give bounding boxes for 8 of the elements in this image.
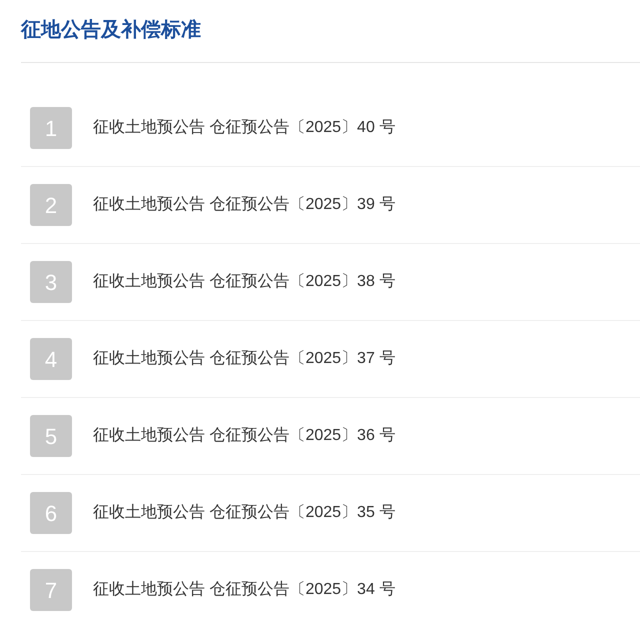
notice-link[interactable]: 征收土地预公告 仓征预公告〔2025〕38 号 [93,270,396,294]
notice-link[interactable]: 征收土地预公告 仓征预公告〔2025〕39 号 [93,193,396,217]
notice-link[interactable]: 征收土地预公告 仓征预公告〔2025〕40 号 [93,116,396,140]
notice-link[interactable]: 征收土地预公告 仓征预公告〔2025〕34 号 [93,578,396,602]
notice-link[interactable]: 征收土地预公告 仓征预公告〔2025〕37 号 [93,347,396,371]
section-title: 征地公告及补偿标准 [21,18,201,43]
notice-link[interactable]: 征收土地预公告 仓征预公告〔2025〕36 号 [93,424,396,448]
notice-link[interactable]: 征收土地预公告 仓征预公告〔2025〕35 号 [93,501,396,525]
